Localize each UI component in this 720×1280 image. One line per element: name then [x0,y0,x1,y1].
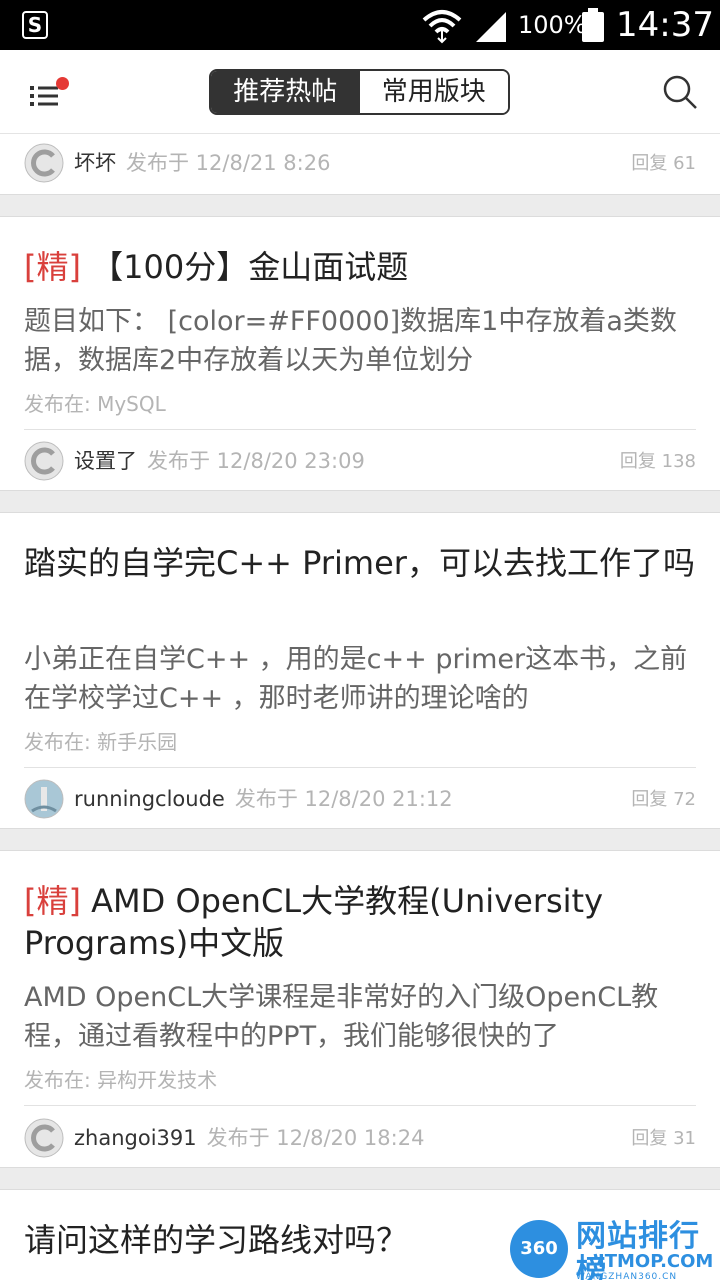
clock: 14:37 [616,5,714,45]
post-forum: 发布在: MySQL [24,392,166,416]
post-time: 发布于 12/8/20 23:09 [147,449,365,473]
post-excerpt: 题目如下： [color=#FF0000]数据库1中存放着a类数据，数据库2中存… [24,306,677,376]
search-icon[interactable] [660,72,700,112]
watermark-badge: 360 [510,1220,568,1278]
reply-count: 回复 138 [619,451,696,472]
watermark-logo: 360 网站排行榜 ITMOP.COM WANGZHAN360.CN [506,1216,720,1280]
divider [24,1105,696,1106]
app-notification-icon: S [22,11,48,39]
post-title: [精] 【100分】金山面试题 [24,248,409,286]
post-excerpt: AMD OpenCL大学课程是非常好的入门级OpenCL教程，通过看教程中的PP… [24,982,659,1052]
featured-tag: [精] [24,882,81,920]
divider [24,429,696,430]
post-card[interactable]: [精] 【100分】金山面试题 题目如下： [color=#FF0000]数据库… [0,216,720,491]
post-time: 发布于 12/8/20 18:24 [206,1126,425,1150]
post-title: 踏实的自学完C++ Primer，可以去找工作了吗 [24,544,695,582]
default-avatar-icon [24,441,64,481]
reply-count: 回复 61 [631,153,696,174]
post-author[interactable]: 坏坏 发布于 12/8/21 8:26 [74,148,330,178]
post-meta: runningcloude 发布于 12/8/20 21:12 回复 72 [0,774,720,824]
default-avatar-icon [24,143,64,183]
post-time: 发布于 12/8/21 8:26 [126,151,331,175]
watermark-sub: WANGZHAN360.CN [576,1272,678,1280]
post-meta: 设置了 发布于 12/8/20 23:09 回复 138 [0,436,720,486]
watermark-site: ITMOP.COM [598,1251,714,1272]
user-avatar [24,779,64,819]
top-bar: 推荐热帖 常用版块 [0,50,720,134]
post-forum: 发布在: 异构开发技术 [24,1068,218,1092]
post-meta: zhangoi391 发布于 12/8/20 18:24 回复 31 [0,1113,720,1163]
post-time: 发布于 12/8/20 21:12 [234,787,453,811]
post-card[interactable]: 踏实的自学完C++ Primer，可以去找工作了吗 小弟正在自学C++ ，用的是… [0,512,720,829]
notification-dot [56,77,69,90]
reply-count: 回复 72 [631,789,696,810]
post-excerpt: 小弟正在自学C++ ，用的是c++ primer这本书，之前在学校学过C++ ，… [24,644,688,714]
tab-common-forums[interactable]: 常用版块 [359,71,508,113]
tab-hot-posts[interactable]: 推荐热帖 [211,71,360,113]
post-card[interactable]: 坏坏 发布于 12/8/21 8:26 回复 61 [0,134,720,195]
post-forum: 发布在: 新手乐园 [24,730,178,754]
reply-count: 回复 31 [631,1128,696,1149]
post-author[interactable]: 设置了 发布于 12/8/20 23:09 [74,446,365,476]
battery-icon [582,8,604,42]
default-avatar-icon [24,1118,64,1158]
divider [24,767,696,768]
post-card[interactable]: [精] AMD OpenCL大学教程(University Programs)中… [0,850,720,1168]
tab-switcher: 推荐热帖 常用版块 [209,69,510,115]
post-meta: 坏坏 发布于 12/8/21 8:26 回复 61 [0,138,720,188]
battery-percent: 100% [518,11,587,39]
post-author[interactable]: runningcloude 发布于 12/8/20 21:12 [74,784,453,814]
wifi-icon [422,10,462,44]
signal-icon [476,12,506,42]
status-bar: S 100% 14:37 [0,0,720,50]
post-title: [精] AMD OpenCL大学教程(University Programs)中… [24,882,604,962]
post-author[interactable]: zhangoi391 发布于 12/8/20 18:24 [74,1123,424,1153]
featured-tag: [精] [24,248,81,286]
